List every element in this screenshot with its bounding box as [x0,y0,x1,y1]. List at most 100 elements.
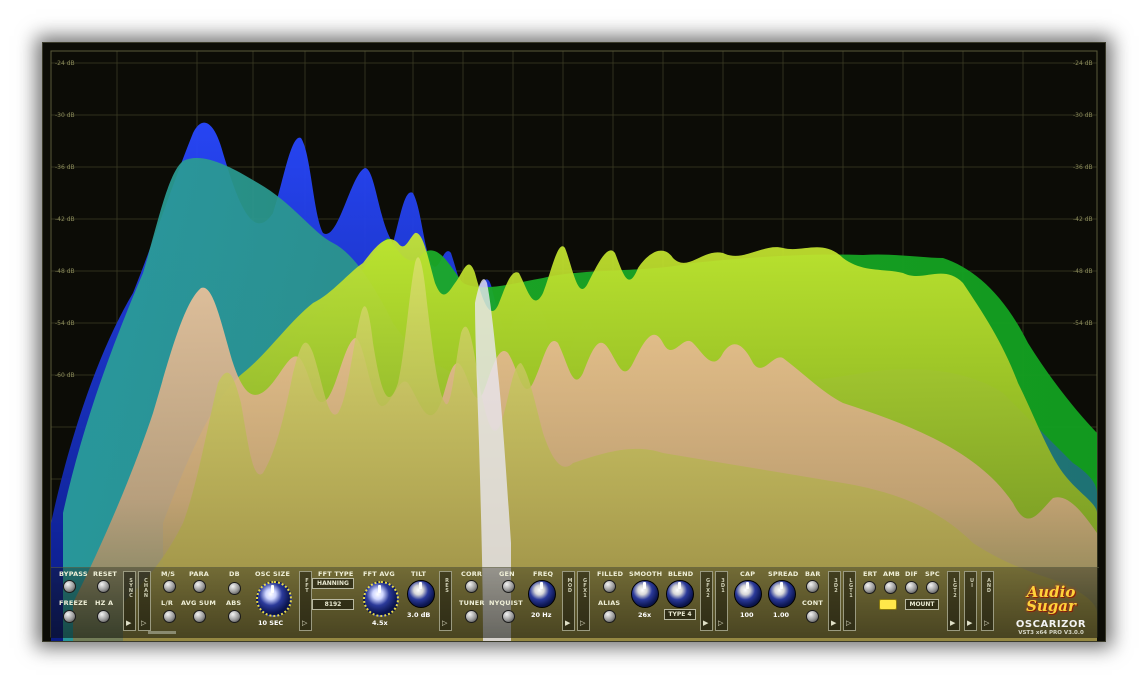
scroll-slider[interactable] [148,631,176,634]
db-label-right: -48 dB [1073,268,1093,275]
db-label-right: -24 dB [1073,60,1093,67]
db-label-right: -30 dB [1073,112,1093,119]
mount-select[interactable]: MOUNT [905,599,939,610]
tab-lgt2[interactable]: LGT2 ▶ [947,571,960,631]
abs-button[interactable] [228,610,241,623]
hz-a-label: HZ A [95,599,114,607]
blend-type-select[interactable]: TYPE 4 [664,609,696,620]
app-name: OSCARIZOR [1015,619,1087,630]
tab-ui[interactable]: UI ▶ [964,571,977,631]
db-label-right: -54 dB [1073,320,1093,327]
tuner-label: TUNER [459,599,485,607]
spread-knob[interactable] [768,580,796,608]
tilt-knob[interactable] [407,580,435,608]
ert-label: ERT [863,570,878,578]
corr-label: CORR [461,570,483,578]
fft-avg-label: FFT AVG [363,570,395,578]
tab-lgt1[interactable]: LGT1 ▷ [843,571,856,631]
cont-button[interactable] [806,610,819,623]
blend-knob[interactable] [666,580,694,608]
smooth-value: 26x [638,611,652,619]
dif-knob[interactable] [905,581,918,594]
lr-label: L/R [161,599,174,607]
tab-res[interactable]: RES ▷ [439,571,452,631]
smooth-knob[interactable] [631,580,659,608]
reset-button[interactable] [97,580,110,593]
amb-indicator[interactable] [879,599,897,610]
cap-knob[interactable] [734,580,762,608]
plugin-window: -24 dB -30 dB -36 dB -42 dB -48 dB -54 d… [42,42,1106,642]
tab-gfx1[interactable]: GFX1 ▷ [577,571,590,631]
db-label: -42 dB [55,216,75,223]
avg-sum-label: AVG SUM [181,599,217,607]
fft-type-select[interactable]: HANNING [312,578,354,589]
gen-label: GEN [499,570,515,578]
freq-label: FREQ [533,570,554,578]
app-version: VST3 x64 PRO V3.0.0 [1018,630,1084,636]
amb-knob[interactable] [884,581,897,594]
tab-mod[interactable]: MOD ▶ [562,571,575,631]
reset-label: RESET [93,570,118,578]
filled-button[interactable] [603,580,616,593]
bar-button[interactable] [806,580,819,593]
cont-label: CONT [802,599,823,607]
alias-button[interactable] [603,610,616,623]
bypass-label: BYPASS [59,570,88,578]
gen-button[interactable] [502,580,515,593]
smooth-label: SMOOTH [629,570,663,578]
tab-chan[interactable]: CHAN ▷ [138,571,151,631]
db-toggle-button[interactable] [228,582,241,595]
brand-logo: Audio Sugar OSCARIZOR VST3 x64 PRO V3.0.… [1011,585,1091,637]
para-label: PARA [189,570,210,578]
tab-sync[interactable]: SYNC ▶ [123,571,136,631]
osc-size-value: 10 SEC [258,619,284,627]
spectrum-display [50,50,1098,641]
alias-label: ALIAS [598,599,621,607]
bar-label: BAR [805,570,821,578]
freq-knob[interactable] [528,580,556,608]
fft-size-select[interactable]: 8192 [312,599,354,610]
spread-value: 1.00 [773,611,790,619]
abs-label: ABS [226,599,242,607]
fft-avg-value: 4.5x [372,619,388,627]
lr-button[interactable] [163,610,176,623]
nyquist-label: NYQUIST [489,599,523,607]
dif-label: DIF [905,570,918,578]
spc-label: SPC [925,570,940,578]
tab-and[interactable]: AND ▷ [981,571,994,631]
bypass-button[interactable] [63,580,76,593]
blend-label: BLEND [668,570,694,578]
osc-size-knob[interactable] [256,581,292,617]
db-label: -30 dB [55,112,75,119]
tilt-value: 3.0 dB [407,611,431,619]
nyquist-button[interactable] [502,610,515,623]
ert-knob[interactable] [863,581,876,594]
freeze-button[interactable] [63,610,76,623]
tab-fft[interactable]: FFT ▷ [299,571,312,631]
ms-button[interactable] [163,580,176,593]
spread-label: SPREAD [768,570,799,578]
db-label: -48 dB [55,268,75,275]
tuner-button[interactable] [465,610,478,623]
db-label-right: -36 dB [1073,164,1093,171]
filled-label: FILLED [597,570,624,578]
db-label: -54 dB [55,320,75,327]
fft-avg-knob[interactable] [363,581,399,617]
freq-value: 20 Hz [531,611,552,619]
hz-a-button[interactable] [97,610,110,623]
corr-button[interactable] [465,580,478,593]
cap-value: 100 [740,611,754,619]
para-button[interactable] [193,580,206,593]
amb-label: AMB [883,570,901,578]
tab-gfx2[interactable]: GFX2 ▶ [700,571,713,631]
freeze-label: FREEZE [59,599,88,607]
db-label-right: -42 dB [1073,216,1093,223]
osc-size-label: OSC SIZE [255,570,291,578]
tab-3d2[interactable]: 3D2 ▶ [828,571,841,631]
ms-label: M/S [161,570,176,578]
tab-3d1[interactable]: 3D1 ▷ [715,571,728,631]
spc-knob[interactable] [926,581,939,594]
avg-sum-button[interactable] [193,610,206,623]
db-label: -60 dB [55,372,75,379]
db-label: -24 dB [55,60,75,67]
